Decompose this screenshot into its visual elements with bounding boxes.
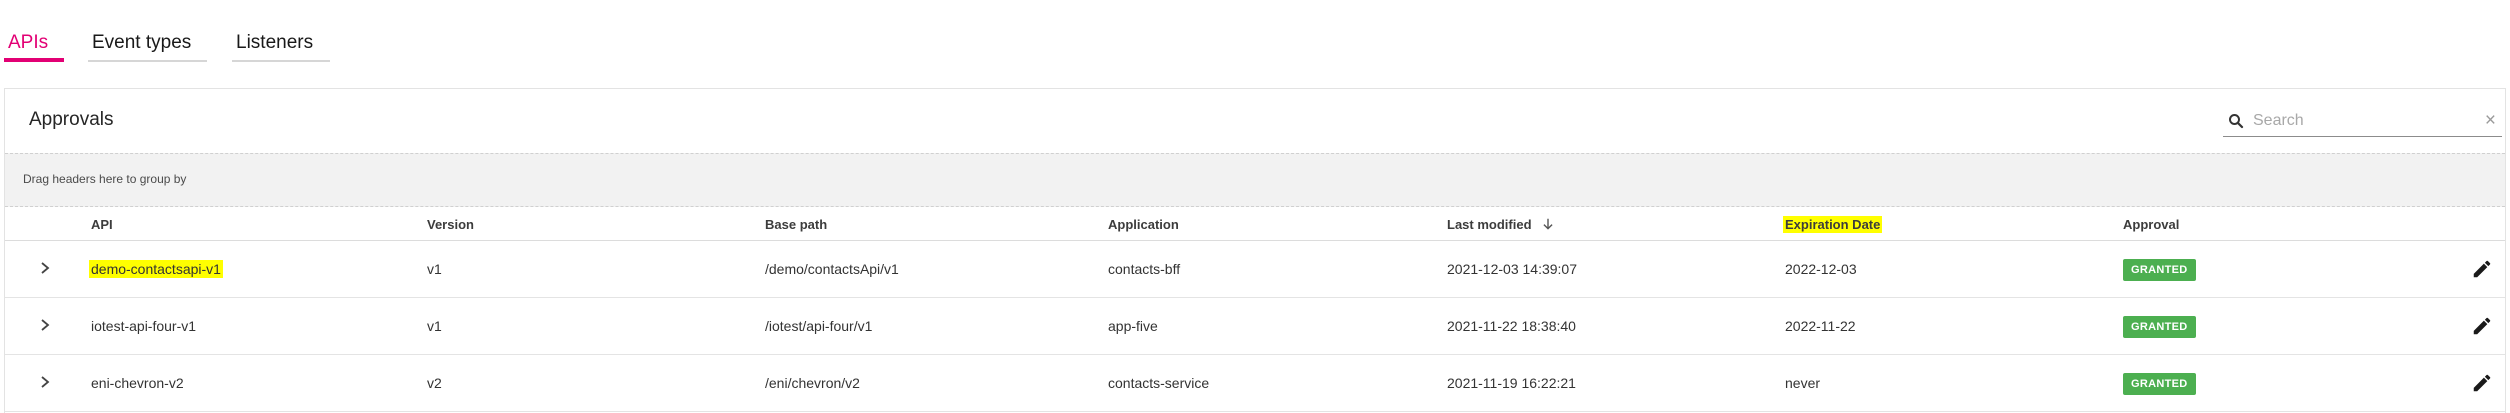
search-input[interactable]: [2253, 109, 2453, 133]
approvals-panel: Approvals × Drag headers here to group b…: [4, 88, 2506, 413]
column-header-version[interactable]: Version: [427, 217, 474, 232]
cell-expiration-date: 2022-12-03: [1785, 261, 1857, 277]
edit-icon[interactable]: [2471, 372, 2493, 394]
group-by-hint: Drag headers here to group by: [23, 172, 187, 186]
chevron-right-icon[interactable]: [37, 259, 53, 277]
cell-base-path: /eni/chevron/v2: [765, 375, 860, 391]
status-badge: GRANTED: [2123, 259, 2196, 281]
table-row: iotest-api-four-v1 v1 /iotest/api-four/v…: [5, 298, 2505, 355]
search-icon: [2229, 114, 2244, 129]
cell-base-path: /demo/contactsApi/v1: [765, 261, 899, 277]
cell-expiration-date: never: [1785, 375, 1821, 391]
arrow-down-icon: [1543, 218, 1553, 230]
panel-title: Approvals: [29, 109, 114, 130]
cell-api: eni-chevron-v2: [91, 375, 184, 391]
cell-version: v2: [427, 375, 442, 391]
tab-listeners[interactable]: Listeners: [232, 24, 330, 62]
cell-api-text: demo-contactsapi-v1: [89, 260, 223, 278]
table-row: demo-contactsapi-v1 v1 /demo/contactsApi…: [5, 241, 2505, 298]
column-header-base-path[interactable]: Base path: [765, 217, 827, 232]
column-header-api[interactable]: API: [91, 217, 113, 232]
cell-version: v1: [427, 261, 442, 277]
edit-icon[interactable]: [2471, 258, 2493, 280]
status-badge: GRANTED: [2123, 316, 2196, 338]
tab-apis[interactable]: APIs: [4, 24, 64, 62]
column-header-approval[interactable]: Approval: [2123, 217, 2179, 232]
edit-icon[interactable]: [2471, 315, 2493, 337]
cell-application: contacts-service: [1108, 375, 1210, 391]
cell-version: v1: [427, 318, 442, 334]
tab-event-types[interactable]: Event types: [88, 24, 207, 62]
column-header-application[interactable]: Application: [1108, 217, 1179, 232]
cell-application: app-five: [1108, 318, 1158, 334]
chevron-right-icon[interactable]: [37, 316, 53, 334]
grid-header: API Version Base path Application Last m…: [5, 207, 2505, 241]
cell-api: demo-contactsapi-v1: [89, 260, 223, 278]
chevron-right-icon[interactable]: [37, 373, 53, 391]
column-header-expiration-date[interactable]: Expiration Date: [1783, 216, 1883, 233]
cell-expiration-date: 2022-11-22: [1785, 318, 1856, 334]
column-header-last-modified-label: Last modified: [1447, 217, 1532, 232]
status-badge: GRANTED: [2123, 373, 2196, 395]
cell-last-modified: 2021-11-22 18:38:40: [1447, 318, 1576, 334]
cell-api: iotest-api-four-v1: [91, 318, 197, 334]
column-header-last-modified[interactable]: Last modified: [1447, 217, 1555, 232]
search-box: ×: [2223, 107, 2502, 137]
cell-last-modified: 2021-11-19 16:22:21: [1447, 375, 1576, 391]
table-row: eni-chevron-v2 v2 /eni/chevron/v2 contac…: [5, 355, 2505, 412]
cell-base-path: /iotest/api-four/v1: [765, 318, 873, 334]
cell-application: contacts-bff: [1108, 261, 1181, 277]
group-by-drop-zone[interactable]: Drag headers here to group by: [5, 153, 2505, 207]
clear-search-icon[interactable]: ×: [2485, 111, 2496, 131]
column-header-expiration-date-label: Expiration Date: [1783, 216, 1883, 233]
cell-last-modified: 2021-12-03 14:39:07: [1447, 261, 1577, 277]
